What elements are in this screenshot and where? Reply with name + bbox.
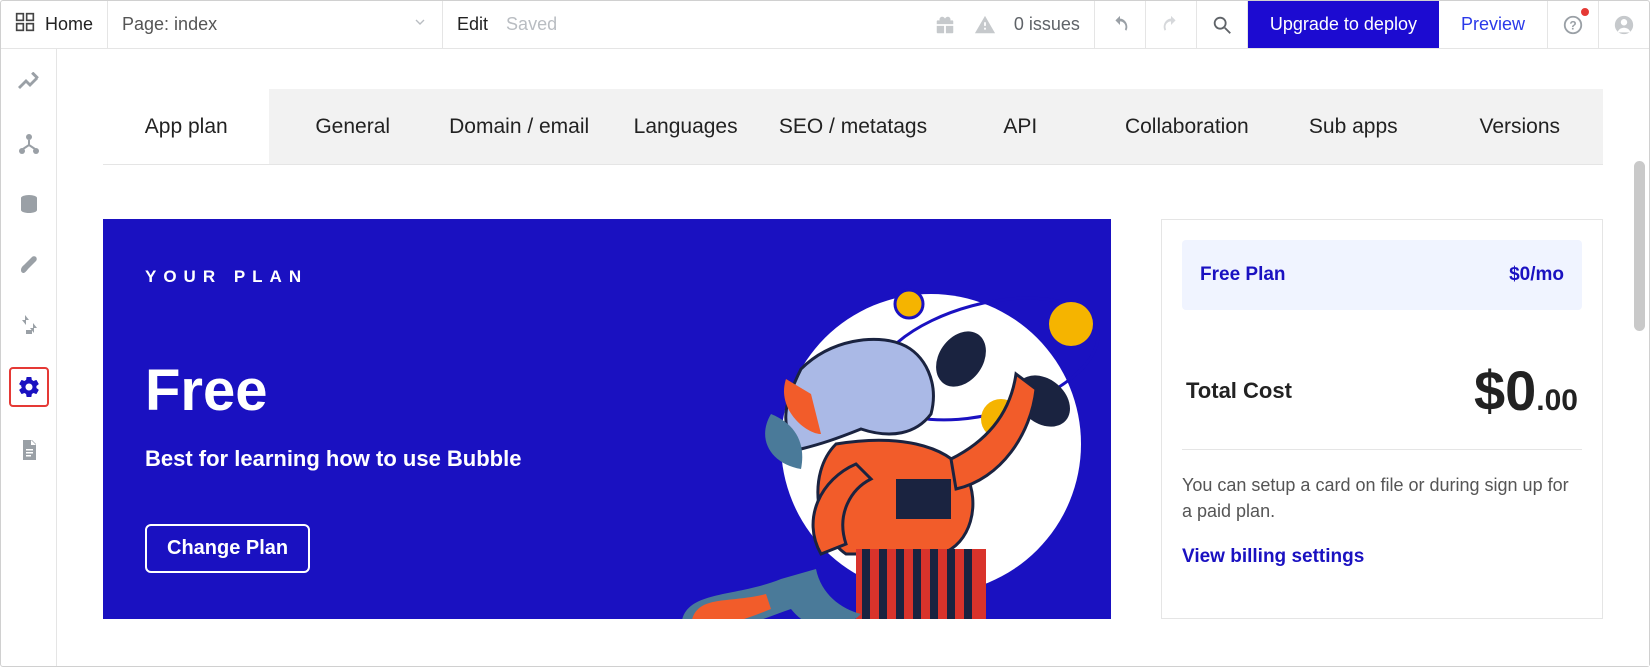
- page-selector-label: Page: index: [122, 14, 217, 35]
- home-label: Home: [45, 14, 93, 35]
- warning-icon[interactable]: [974, 14, 996, 36]
- change-plan-button[interactable]: Change Plan: [145, 524, 310, 573]
- tab-label: Domain / email: [449, 115, 589, 139]
- edit-segment: Edit Saved 0 issues: [443, 1, 1095, 48]
- billing-plan-name: Free Plan: [1200, 264, 1286, 286]
- scrollbar-thumb[interactable]: [1634, 161, 1645, 331]
- left-sidebar: Settings: [1, 49, 57, 666]
- sidebar-styles-icon[interactable]: [12, 247, 46, 281]
- tab-api[interactable]: API: [937, 89, 1103, 164]
- tab-general[interactable]: General: [269, 89, 435, 164]
- upgrade-label: Upgrade to deploy: [1270, 14, 1417, 35]
- change-plan-label: Change Plan: [167, 537, 288, 559]
- tab-app-plan[interactable]: App plan: [103, 89, 269, 164]
- tab-seo[interactable]: SEO / metatags: [769, 89, 937, 164]
- preview-button[interactable]: Preview: [1439, 1, 1548, 48]
- help-button[interactable]: ?: [1548, 1, 1599, 48]
- billing-link-label: View billing settings: [1182, 546, 1364, 567]
- billing-total-row: Total Cost $0.00: [1182, 332, 1582, 450]
- sidebar-data-icon[interactable]: [12, 187, 46, 221]
- notification-dot: [1580, 7, 1590, 17]
- tab-languages[interactable]: Languages: [602, 89, 768, 164]
- billing-plan-row: Free Plan $0/mo: [1182, 240, 1582, 310]
- tab-domain-email[interactable]: Domain / email: [436, 89, 602, 164]
- sidebar-workflow-icon[interactable]: [12, 127, 46, 161]
- page-selector[interactable]: Page: index: [108, 1, 443, 48]
- tab-sub-apps[interactable]: Sub apps: [1270, 89, 1436, 164]
- grid-icon: [15, 12, 45, 37]
- tab-versions[interactable]: Versions: [1437, 89, 1603, 164]
- tab-label: SEO / metatags: [779, 115, 927, 139]
- saved-status: Saved: [506, 14, 557, 35]
- home-button[interactable]: Home: [1, 1, 108, 48]
- billing-note: You can setup a card on file or during s…: [1182, 472, 1582, 524]
- tab-label: Languages: [634, 115, 738, 139]
- tab-label: App plan: [145, 115, 228, 139]
- total-cost-amount: $0.00: [1474, 358, 1578, 423]
- tab-label: General: [315, 115, 390, 139]
- total-major: $0: [1474, 359, 1536, 422]
- sidebar-logs-icon[interactable]: [12, 433, 46, 467]
- issues-cluster: 0 issues: [934, 14, 1080, 36]
- search-button[interactable]: [1197, 1, 1248, 48]
- tab-label: Sub apps: [1309, 115, 1398, 139]
- upgrade-button[interactable]: Upgrade to deploy: [1248, 1, 1439, 48]
- svg-text:?: ?: [1569, 18, 1576, 32]
- billing-plan-price: $0/mo: [1509, 264, 1564, 286]
- issues-count[interactable]: 0 issues: [1014, 14, 1080, 35]
- total-cost-label: Total Cost: [1186, 378, 1292, 404]
- tab-label: API: [1003, 115, 1037, 139]
- plan-card: YOUR PLAN Free Best for learning how to …: [103, 219, 1111, 619]
- header-actions: Upgrade to deploy Preview ?: [1095, 1, 1649, 48]
- plan-illustration: [671, 249, 1111, 619]
- account-button[interactable]: [1599, 1, 1649, 48]
- billing-settings-link[interactable]: View billing settings: [1182, 546, 1582, 568]
- sidebar-design-icon[interactable]: [12, 67, 46, 101]
- sidebar-plugins-icon[interactable]: [12, 307, 46, 341]
- chevron-down-icon: [412, 14, 428, 35]
- billing-card: Free Plan $0/mo Total Cost $0.00 You can…: [1161, 219, 1603, 619]
- app-header: Home Page: index Edit Saved 0 issues: [1, 1, 1649, 49]
- undo-button[interactable]: [1095, 1, 1146, 48]
- redo-button[interactable]: [1146, 1, 1197, 48]
- edit-label[interactable]: Edit: [457, 14, 488, 35]
- tab-collaboration[interactable]: Collaboration: [1104, 89, 1270, 164]
- total-minor: .00: [1536, 384, 1578, 417]
- settings-tabs: App plan General Domain / email Language…: [103, 89, 1603, 165]
- tab-label: Collaboration: [1125, 115, 1249, 139]
- gift-icon[interactable]: [934, 14, 956, 36]
- tab-label: Versions: [1479, 115, 1560, 139]
- sidebar-settings-icon[interactable]: [9, 367, 49, 407]
- preview-label: Preview: [1461, 14, 1525, 35]
- content-area: App plan General Domain / email Language…: [57, 49, 1649, 666]
